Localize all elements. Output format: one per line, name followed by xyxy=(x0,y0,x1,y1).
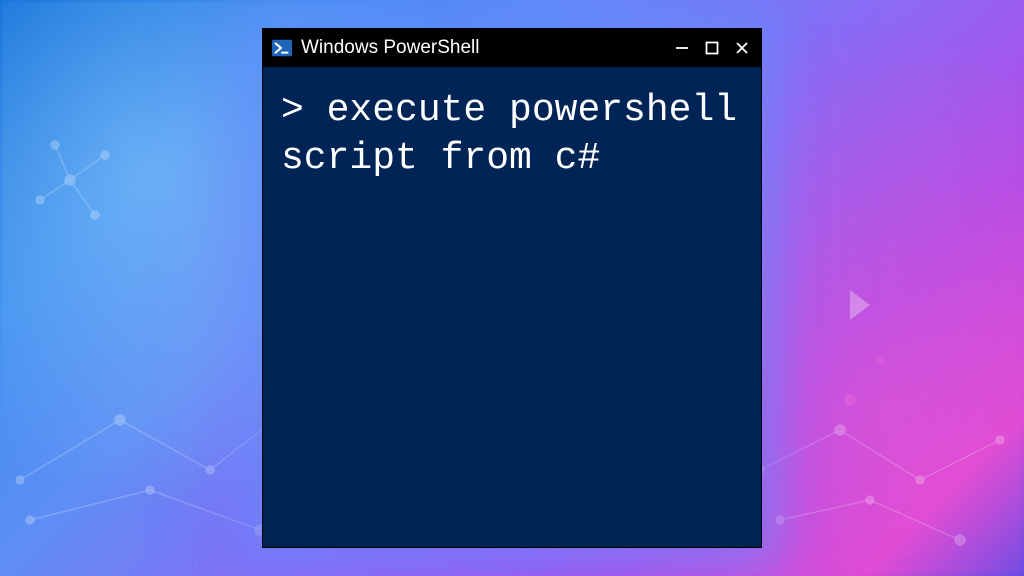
prompt-symbol: > xyxy=(281,89,327,132)
command-text: execute powershell script from c# xyxy=(281,89,737,180)
minimize-button[interactable] xyxy=(673,39,691,57)
maximize-button[interactable] xyxy=(703,39,721,57)
powershell-window: Windows PowerShell > execute powershell … xyxy=(262,28,762,548)
close-button[interactable] xyxy=(733,39,751,57)
window-controls xyxy=(673,39,751,57)
window-titlebar[interactable]: Windows PowerShell xyxy=(263,29,761,67)
window-title: Windows PowerShell xyxy=(301,37,665,59)
powershell-icon xyxy=(271,37,293,59)
terminal-content-area[interactable]: > execute powershell script from c# xyxy=(263,67,761,547)
